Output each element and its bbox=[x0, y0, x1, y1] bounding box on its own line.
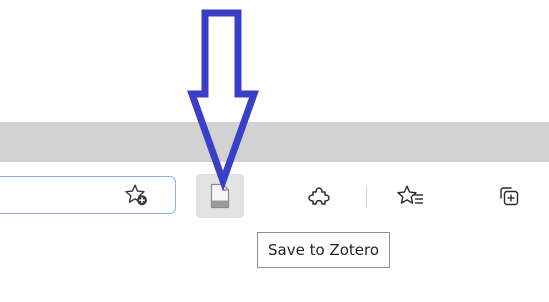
down-arrow-icon bbox=[187, 9, 259, 192]
browser-window: Save to Zotero bbox=[0, 0, 549, 302]
